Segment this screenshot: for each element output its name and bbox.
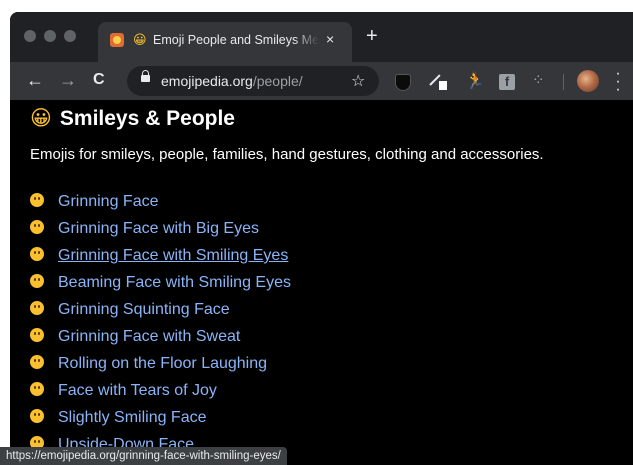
heading-emoji: 😀 [30, 107, 52, 130]
tab-emoji: 😀 [133, 32, 147, 47]
reload-button[interactable]: C [93, 70, 105, 90]
smiley-icon [30, 301, 44, 315]
smiley-icon [30, 247, 44, 261]
emoji-list: Grinning Face Grinning Face with Big Eyes… [30, 188, 291, 458]
list-item: Beaming Face with Smiling Eyes [30, 269, 291, 296]
bookmark-star-icon[interactable]: ☆ [351, 71, 365, 91]
address-bar[interactable]: emojipedia.org/people/ ☆ [127, 66, 379, 96]
emoji-link[interactable]: Beaming Face with Smiling Eyes [58, 274, 291, 291]
emojipedia-favicon-icon [110, 33, 124, 47]
smiley-icon [30, 274, 44, 288]
forward-button[interactable]: → [59, 70, 77, 90]
back-button[interactable]: ← [26, 70, 44, 90]
emoji-link[interactable]: Slightly Smiling Face [58, 409, 207, 426]
browser-window: 😀 Emoji People and Smileys Meanings × + … [10, 12, 633, 465]
page-description: Emojis for smileys, people, families, ha… [30, 146, 544, 163]
list-item: Grinning Face with Smiling Eyes [30, 242, 291, 269]
emoji-link[interactable]: Grinning Face with Big Eyes [58, 220, 259, 237]
toolbar-separator [563, 74, 564, 90]
page-title: 😀 Smileys & People [30, 106, 235, 131]
maximize-window-button[interactable] [64, 30, 76, 42]
tab-close-icon[interactable]: × [326, 31, 334, 47]
emoji-link[interactable]: Grinning Face with Smiling Eyes [58, 247, 288, 264]
url-text: emojipedia.org/people/ [161, 73, 303, 89]
dots-icon[interactable]: ⁘ [532, 71, 545, 89]
list-item: Rolling on the Floor Laughing [30, 350, 291, 377]
list-item: Grinning Squinting Face [30, 296, 291, 323]
status-bar-url: https://emojipedia.org/grinning-face-wit… [0, 447, 287, 465]
smiley-icon [30, 409, 44, 423]
emoji-link[interactable]: Rolling on the Floor Laughing [58, 355, 267, 372]
list-item: Slightly Smiling Face [30, 404, 291, 431]
tab-title: Emoji People and Smileys Meanings [153, 33, 319, 47]
close-window-button[interactable] [24, 30, 36, 42]
title-bar: 😀 Emoji People and Smileys Meanings × + [10, 12, 633, 62]
minimize-window-button[interactable] [44, 30, 56, 42]
page-content: 😀 Smileys & People Emojis for smileys, pe… [10, 100, 633, 465]
shield-icon[interactable] [395, 74, 411, 91]
facebook-icon[interactable]: f [499, 74, 515, 90]
page-title-text: Smileys & People [59, 107, 235, 130]
smiley-icon [30, 193, 44, 207]
runner-icon[interactable]: 🏃 [465, 71, 485, 91]
smiley-icon [30, 382, 44, 396]
smiley-icon [30, 220, 44, 234]
kebab-menu-icon[interactable]: · · · [615, 66, 621, 98]
list-item: Grinning Face [30, 188, 291, 215]
emoji-link[interactable]: Grinning Face [58, 193, 159, 210]
pen-icon[interactable] [430, 76, 448, 90]
new-tab-button[interactable]: + [366, 26, 378, 46]
url-path: /people/ [252, 73, 303, 89]
emoji-link[interactable]: Face with Tears of Joy [58, 382, 217, 399]
list-item: Grinning Face with Sweat [30, 323, 291, 350]
smiley-icon [30, 328, 44, 342]
emoji-link[interactable]: Grinning Squinting Face [58, 301, 230, 318]
url-host: emojipedia.org [161, 73, 253, 89]
active-tab[interactable]: 😀 Emoji People and Smileys Meanings × [98, 22, 352, 62]
list-item: Grinning Face with Big Eyes [30, 215, 291, 242]
list-item: Face with Tears of Joy [30, 377, 291, 404]
smiley-icon [30, 355, 44, 369]
avatar[interactable] [577, 70, 599, 92]
emoji-link[interactable]: Grinning Face with Sweat [58, 328, 240, 345]
lock-icon [141, 70, 150, 82]
toolbar: ← → C emojipedia.org/people/ ☆ 🏃 f ⁘ · · · [10, 62, 633, 100]
